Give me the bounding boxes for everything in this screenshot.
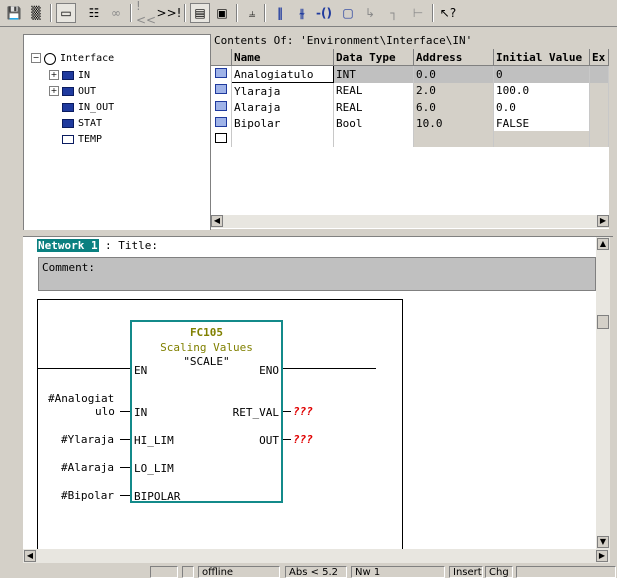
block-icon <box>62 71 74 80</box>
operand-in-line2[interactable]: ulo <box>95 405 115 418</box>
row-icon <box>211 99 232 115</box>
en-wire <box>38 368 130 369</box>
scroll-up-icon[interactable]: ▲ <box>597 238 609 250</box>
scroll-down-icon[interactable]: ▼ <box>597 536 609 548</box>
branch-open-icon[interactable]: ↳ <box>360 3 380 23</box>
coil-icon[interactable]: -() <box>314 3 334 23</box>
expand-icon[interactable]: + <box>49 86 59 96</box>
network-editor[interactable]: Network 1 : Title: Comment: FC105 Scalin… <box>23 237 596 549</box>
status-change: Chg <box>485 566 513 578</box>
table-row[interactable]: Bipolar Bool 10.0 FALSE <box>211 115 609 131</box>
scroll-thumb[interactable] <box>597 315 609 329</box>
row-icon <box>211 131 232 147</box>
toggle-icon[interactable]: ⫨ <box>242 3 262 23</box>
editor-horizontal-scrollbar[interactable]: ◀ ▶ <box>23 549 610 563</box>
interface-icon <box>44 52 56 65</box>
table-row[interactable]: Analogiatulo INT 0.0 0 <box>211 65 609 83</box>
pin-hi-lim[interactable]: HI_LIM <box>134 434 174 447</box>
table-row-empty[interactable] <box>211 131 609 147</box>
left-window-strip <box>0 27 10 578</box>
tree-item-in-out[interactable]: IN_OUT <box>62 100 114 115</box>
status-bar: offline Abs < 5.2 Nw 1 Insert Chg <box>0 565 617 578</box>
tree-item-stat[interactable]: STAT <box>62 116 102 131</box>
operand-bipolar[interactable]: #Bipolar <box>61 489 114 502</box>
block-name: FC105 <box>189 326 224 339</box>
normally-open-contact-icon[interactable]: ‖ <box>270 3 290 23</box>
table-horizontal-scrollbar[interactable]: ◀ ▶ <box>211 214 609 228</box>
eno-wire <box>283 368 376 369</box>
branch-close-icon[interactable]: ┐ <box>384 3 404 23</box>
open-icon[interactable]: ▭ <box>56 3 76 23</box>
scroll-right-icon[interactable]: ▶ <box>597 215 609 227</box>
status-insert: Insert <box>449 566 483 578</box>
view-lad-icon[interactable]: ▤ <box>190 3 210 23</box>
operand-hi-lim[interactable]: #Ylaraja <box>61 433 114 446</box>
scroll-left-icon[interactable]: ◀ <box>211 215 223 227</box>
block-icon <box>62 87 74 96</box>
network-title[interactable]: : Title: <box>105 239 158 252</box>
tree-item-in[interactable]: IN <box>62 68 90 83</box>
prev-network-icon[interactable]: !<< <box>136 0 158 27</box>
save-icon[interactable]: 💾 <box>4 3 24 23</box>
toolbar: 💾 ▒ ▭ ☷ ∞ !<< >>! ▤ ▣ ⫨ ‖ ⫳ -() ▢ ↳ ┐ ⊢ … <box>0 0 617 27</box>
pane-splitter[interactable] <box>23 230 613 237</box>
block-icon <box>62 119 74 128</box>
row-header <box>211 49 232 66</box>
row-icon <box>211 65 232 83</box>
next-network-icon[interactable]: >>! <box>157 3 182 23</box>
network-label[interactable]: Network 1 <box>37 239 99 252</box>
tree-item-interface[interactable]: Interface <box>44 51 114 66</box>
pin-ret-val[interactable]: RET_VAL <box>233 406 279 419</box>
tree-icon[interactable]: ▒ <box>26 3 46 23</box>
block-icon <box>62 103 74 112</box>
pin-lo-lim[interactable]: LO_LIM <box>134 462 174 475</box>
row-icon <box>211 82 232 99</box>
status-mode: offline <box>198 566 280 578</box>
editor-vertical-scrollbar[interactable]: ▲ ▼ <box>596 237 610 549</box>
block-description: Scaling Values <box>160 341 253 354</box>
col-initial-value[interactable]: Initial Value <box>493 49 590 66</box>
tree-item-temp[interactable]: TEMP <box>62 132 102 147</box>
col-extra[interactable]: Ex <box>589 49 609 66</box>
operand-lo-lim[interactable]: #Alaraja <box>61 461 114 474</box>
status-network: Nw 1 <box>351 566 445 578</box>
box-icon[interactable]: ▢ <box>338 3 358 23</box>
fc105-block[interactable]: FC105 Scaling Values "SCALE" EN IN HI_LI… <box>130 320 283 503</box>
link-icon[interactable]: ∞ <box>106 3 126 23</box>
scroll-right-icon[interactable]: ▶ <box>596 550 608 562</box>
view-fbd-icon[interactable]: ▣ <box>212 3 232 23</box>
interface-tree: − Interface + IN + OUT IN_OUT STAT TEMP <box>23 34 211 232</box>
table-row[interactable]: Alaraja REAL 6.0 0.0 <box>211 99 609 115</box>
status-icon <box>182 566 194 578</box>
network-comment[interactable]: Comment: <box>38 257 596 291</box>
table-row[interactable]: Ylaraja REAL 2.0 100.0 <box>211 82 609 99</box>
operand-ret-val[interactable]: ??? <box>293 405 313 418</box>
network-icon[interactable]: ☷ <box>84 3 104 23</box>
normally-closed-contact-icon[interactable]: ⫳ <box>292 3 312 23</box>
row-icon <box>211 115 232 131</box>
col-address[interactable]: Address <box>413 49 494 66</box>
operand-out[interactable]: ??? <box>293 433 313 446</box>
pin-bipolar[interactable]: BIPOLAR <box>134 490 180 503</box>
tree-item-out[interactable]: OUT <box>62 84 96 99</box>
expand-icon[interactable]: + <box>49 70 59 80</box>
declaration-table: Name Data Type Address Initial Value Ex … <box>211 49 609 229</box>
pin-eno[interactable]: ENO <box>259 364 279 377</box>
col-name[interactable]: Name <box>231 49 334 66</box>
pin-in[interactable]: IN <box>134 406 147 419</box>
help-icon[interactable]: ↖? <box>438 3 458 23</box>
operand-in-line1[interactable]: #Analogiat <box>48 392 114 405</box>
status-version: Abs < 5.2 <box>285 566 347 578</box>
pin-out[interactable]: OUT <box>259 434 279 447</box>
col-data-type[interactable]: Data Type <box>333 49 414 66</box>
pin-en[interactable]: EN <box>134 364 147 377</box>
temp-icon <box>62 135 74 144</box>
connect-icon[interactable]: ⊢ <box>408 3 428 23</box>
collapse-icon[interactable]: − <box>31 53 41 63</box>
scroll-left-icon[interactable]: ◀ <box>24 550 36 562</box>
contents-header: Contents Of: 'Environment\Interface\IN' <box>211 33 609 48</box>
